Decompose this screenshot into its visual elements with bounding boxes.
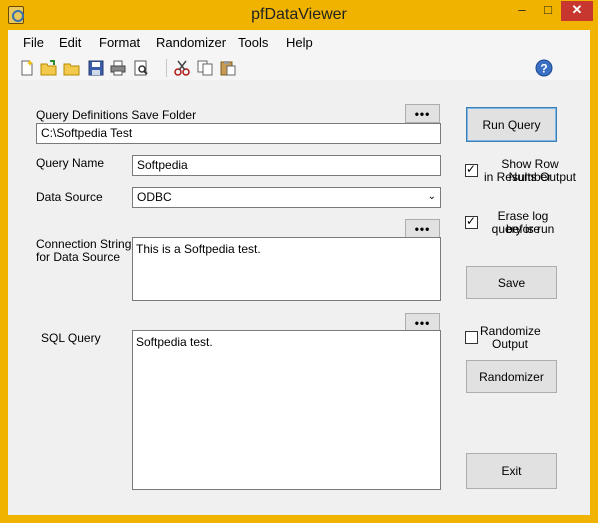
save-button[interactable]: Save (466, 266, 557, 299)
randomize-output-checkbox[interactable] (465, 331, 478, 344)
close-button[interactable]: ✕ (561, 1, 593, 21)
print-preview-icon[interactable] (132, 59, 150, 77)
show-row-number-label-line2: in Results Output (483, 170, 577, 184)
menu-file[interactable]: File (23, 35, 44, 50)
data-source-label: Data Source (36, 190, 103, 204)
connection-label-line1: Connection String (36, 237, 132, 251)
menu-randomizer[interactable]: Randomizer (156, 35, 226, 50)
toolbar: ? (8, 54, 590, 80)
minimize-button[interactable]: – (509, 1, 535, 21)
open-folder-icon[interactable] (63, 59, 81, 77)
title-bar: pfDataViewer – □ ✕ (0, 0, 598, 30)
menu-format[interactable]: Format (99, 35, 140, 50)
app-window: pfDataViewer – □ ✕ File Edit Format Rand… (0, 0, 598, 523)
menu-bar: File Edit Format Randomizer Tools Help (8, 30, 590, 54)
sql-query-textarea[interactable]: Softpedia test. (132, 330, 441, 490)
toolbar-separator (166, 59, 167, 77)
folder-input[interactable]: C:\Softpedia Test (36, 123, 441, 144)
query-name-label: Query Name (36, 156, 105, 170)
chevron-down-icon: ⌄ (427, 191, 436, 202)
menu-tools[interactable]: Tools (238, 35, 268, 50)
menu-edit[interactable]: Edit (59, 35, 81, 50)
open-icon[interactable] (40, 59, 58, 77)
folder-browse-button[interactable]: ••• (405, 104, 440, 123)
maximize-button[interactable]: □ (535, 1, 561, 21)
connection-browse-button[interactable]: ••• (405, 219, 440, 238)
randomizer-button[interactable]: Randomizer (466, 360, 557, 393)
data-source-select[interactable]: ODBC ⌄ (132, 187, 441, 208)
connection-string-textarea[interactable]: This is a Softpedia test. (132, 237, 441, 301)
show-row-number-checkbox[interactable] (465, 162, 478, 177)
print-icon[interactable] (109, 59, 127, 77)
client-area: File Edit Format Randomizer Tools Help ?… (8, 30, 590, 515)
query-name-input[interactable]: Softpedia (132, 155, 441, 176)
svg-text:?: ? (540, 62, 547, 76)
folder-label: Query Definitions Save Folder (36, 108, 197, 122)
run-query-button[interactable]: Run Query (466, 107, 557, 142)
save-icon[interactable] (87, 59, 105, 77)
sql-query-label: SQL Query (41, 331, 101, 345)
new-icon[interactable] (18, 59, 36, 77)
paste-icon[interactable] (219, 59, 237, 77)
help-icon[interactable]: ? (535, 59, 553, 77)
exit-button[interactable]: Exit (466, 453, 557, 489)
copy-icon[interactable] (196, 59, 214, 77)
cut-icon[interactable] (173, 59, 191, 77)
randomize-label-line2: Output (491, 337, 529, 351)
connection-label-line2: for Data Source (36, 250, 121, 264)
menu-help[interactable]: Help (286, 35, 313, 50)
data-source-value: ODBC (137, 190, 172, 204)
erase-log-checkbox[interactable] (465, 214, 478, 229)
erase-log-label-line2: query is run (491, 222, 555, 236)
